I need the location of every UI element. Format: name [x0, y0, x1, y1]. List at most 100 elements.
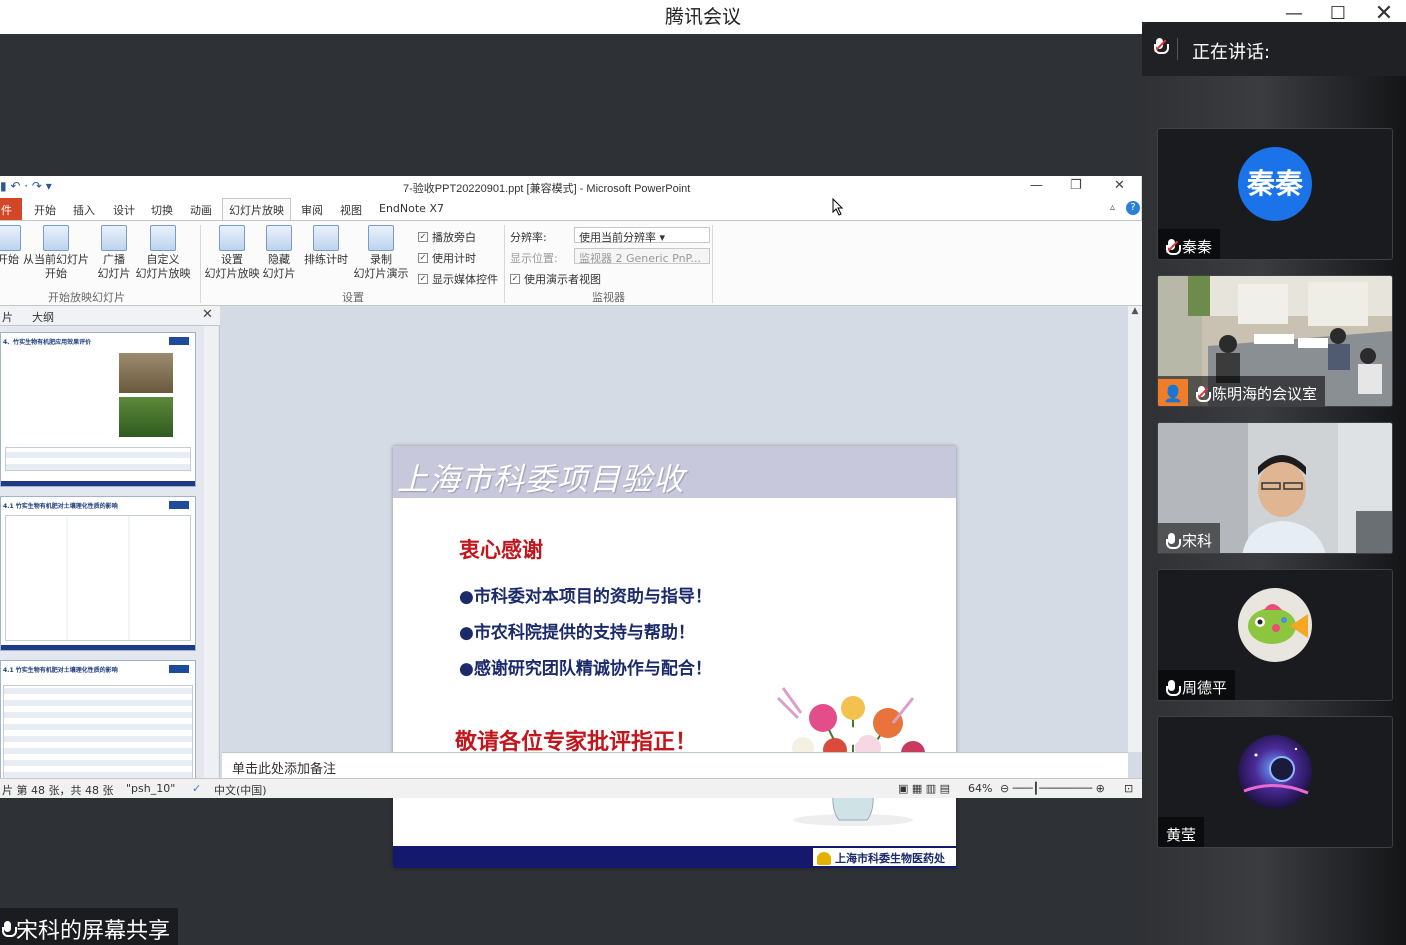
resolution-dropdown[interactable]: 使用当前分辨率 ▾ [574, 227, 710, 244]
tab-home[interactable]: 开始 [34, 202, 56, 218]
participant-tile[interactable]: 秦秦 秦秦 [1157, 128, 1393, 260]
slide-thumbnail[interactable]: 4、竹实生物有机肥应用效果评价 [0, 332, 196, 487]
bullet-item: ●感谢研究团队精诚协作与配合！ [459, 659, 712, 679]
participant-tile[interactable]: 周德平 [1157, 569, 1393, 701]
slide-thumbnail[interactable]: 4.1 竹实生物有机肥对土壤理化性质的影响 [0, 660, 196, 778]
ppt-close-icon[interactable]: ✕ [1114, 178, 1125, 193]
tab-transitions[interactable]: 切换 [151, 202, 173, 218]
zoom-level: 64% [968, 782, 993, 795]
rehearse-timings-button[interactable]: 排练计时 [301, 225, 351, 267]
tab-view[interactable]: 视图 [340, 202, 362, 218]
muted-mic-icon [1165, 238, 1181, 255]
participant-name: 黄莹 [1158, 817, 1205, 847]
line-charts-grid [5, 515, 191, 641]
current-slide: 上海市科委项目验收 衷心感谢 ●市科委对本项目的资助与指导！ ●市农科院提供的支… [393, 446, 956, 868]
slide-thumbnail-pane: 片 大纲 ✕ 4、竹实生物有机肥应用效果评价 4.1 竹实生物有机肥对土壤理化性… [0, 306, 220, 778]
view-buttons[interactable]: ▣ ▦ ▥ ▤ [898, 782, 950, 795]
ppt-minimize-icon[interactable]: — [1030, 178, 1043, 193]
fish-avatar-icon [1238, 588, 1312, 662]
from-beginning-button[interactable]: 开始 [0, 225, 22, 267]
thumbnail-scrollbar[interactable] [204, 326, 218, 778]
group-label-setup: 设置 [342, 291, 364, 304]
crop-photo-icon [119, 397, 173, 437]
group-label-start: 开始放映幻灯片 [48, 291, 125, 304]
tab-endnote[interactable]: EndNote X7 [379, 202, 444, 215]
quick-access-toolbar[interactable]: ▮ ↶ · ↷ ▾ [0, 179, 52, 193]
custom-slideshow-button[interactable]: 自定义 幻灯片放映 [132, 225, 194, 281]
ppt-titlebar: ▮ ↶ · ↷ ▾ 7-验收PPT20220901.ppt [兼容模式] - M… [0, 176, 1142, 198]
muted-mic-icon[interactable] [1153, 38, 1170, 58]
tab-slideshow[interactable]: 幻灯片放映 [222, 198, 291, 222]
tab-slides[interactable]: 片 [2, 309, 13, 325]
tab-file[interactable]: 件 [0, 198, 22, 220]
tab-design[interactable]: 设计 [113, 202, 135, 218]
show-on-dropdown[interactable]: 监视器 2 Generic PnP... [574, 248, 710, 265]
slide-scrollbar[interactable]: ▲ [1128, 306, 1142, 752]
logo-icon [169, 665, 189, 673]
broadcast-icon [101, 225, 127, 251]
slide-counter: 片 第 48 张，共 48 张 [2, 784, 114, 797]
speaking-label: 正在讲话: [1192, 42, 1271, 63]
collapse-ribbon-icon[interactable]: ▵ [1110, 202, 1115, 213]
field-photo-icon [119, 353, 173, 393]
muted-mic-icon [1195, 385, 1211, 402]
use-timings-checkbox[interactable]: ✓ 使用计时 [418, 250, 476, 266]
ribbon-tabs: 件 开始 插入 设计 切换 动画 幻灯片放映 审阅 视图 EndNote X7 … [0, 198, 1142, 222]
custom-slideshow-icon [150, 225, 176, 251]
ribbon: 开始 从当前幻灯片 开始 广播 幻灯片 自定义 幻灯片放映 开始放映幻灯片 设置 幻灯片… [0, 220, 1142, 306]
mic-icon [1166, 679, 1181, 696]
language-indicator: 中文(中国) [214, 784, 267, 797]
from-current-button[interactable]: 从当前幻灯片 开始 [22, 225, 90, 281]
pane-tabs: 片 大纲 ✕ [0, 306, 220, 326]
workspace: 片 大纲 ✕ 4、竹实生物有机肥应用效果评价 4.1 竹实生物有机肥对土壤理化性… [0, 306, 1142, 868]
help-icon[interactable]: ? [1126, 201, 1140, 215]
show-media-controls-checkbox[interactable]: ✓ 显示媒体控件 [418, 271, 498, 287]
galaxy-avatar-icon [1238, 735, 1312, 809]
record-icon [368, 225, 394, 251]
thumbnail-table [3, 685, 193, 778]
participant-tile[interactable]: 宋科 [1157, 422, 1393, 554]
pane-close-icon[interactable]: ✕ [202, 307, 213, 322]
group-separator [200, 225, 201, 303]
play-narration-checkbox[interactable]: ✓ 播放旁白 [418, 229, 476, 245]
bullet-item: ●市科委对本项目的资助与指导！ [459, 587, 712, 607]
org-shield-icon [817, 851, 831, 865]
ppt-restore-icon[interactable]: ❐ [1070, 178, 1082, 193]
tab-animations[interactable]: 动画 [190, 202, 212, 218]
presenter-view-checkbox[interactable]: ✓ 使用演示者视图 [510, 271, 601, 287]
avatar: 秦秦 [1238, 147, 1312, 221]
participant-name: 周德平 [1158, 670, 1236, 700]
tab-outline[interactable]: 大纲 [32, 309, 54, 325]
notes-pane[interactable]: 单击此处添加备注 [222, 752, 1128, 778]
group-separator [712, 225, 713, 303]
slideshow-start-icon [0, 225, 21, 251]
hide-slide-icon [266, 225, 292, 251]
spellcheck-icon[interactable]: ✓ [192, 782, 201, 795]
bullet-item: ●市农科院提供的支持与帮助！ [459, 623, 695, 643]
setup-slideshow-button[interactable]: 设置 幻灯片放映 [203, 225, 261, 281]
tab-review[interactable]: 审阅 [301, 202, 323, 218]
powerpoint-window: ▮ ↶ · ↷ ▾ 7-验收PPT20220901.ppt [兼容模式] - M… [0, 176, 1142, 868]
tab-insert[interactable]: 插入 [73, 202, 95, 218]
broadcast-button[interactable]: 广播 幻灯片 [96, 225, 132, 281]
group-separator [504, 225, 505, 303]
slideshow-current-icon [43, 225, 69, 251]
hide-slide-button[interactable]: 隐藏 幻灯片 [260, 225, 298, 281]
participant-tile[interactable]: 👤 陈明海的会议室 [1157, 275, 1393, 407]
thanks-heading: 衷心感谢 [459, 538, 543, 562]
thumbnail-footer-bar [1, 481, 195, 486]
fit-window-icon[interactable]: ⊡ [1124, 782, 1133, 795]
thumbnail-footer-bar [1, 645, 195, 650]
zoom-slider[interactable]: ⊖ ───┃──────── ⊕ [1000, 782, 1105, 795]
status-bar: 片 第 48 张，共 48 张 "psh_10" ✓ 中文(中国) ▣ ▦ ▥ … [0, 778, 1142, 798]
logo-icon [169, 337, 189, 345]
slide-title: 上海市科委项目验收 [397, 462, 685, 498]
record-slideshow-button[interactable]: 录制 幻灯片演示 [348, 225, 414, 281]
participant-name: 宋科 [1158, 523, 1221, 553]
person-icon: 👤 [1158, 378, 1188, 406]
participant-tile[interactable]: 黄莹 [1157, 716, 1393, 848]
show-on-label: 显示位置: [510, 252, 558, 265]
participant-name: 秦秦 [1158, 229, 1221, 259]
slide-thumbnail[interactable]: 4.1 竹实生物有机肥对土壤理化性质的影响 [0, 496, 196, 651]
speaking-bar: 正在讲话: [1142, 22, 1406, 76]
